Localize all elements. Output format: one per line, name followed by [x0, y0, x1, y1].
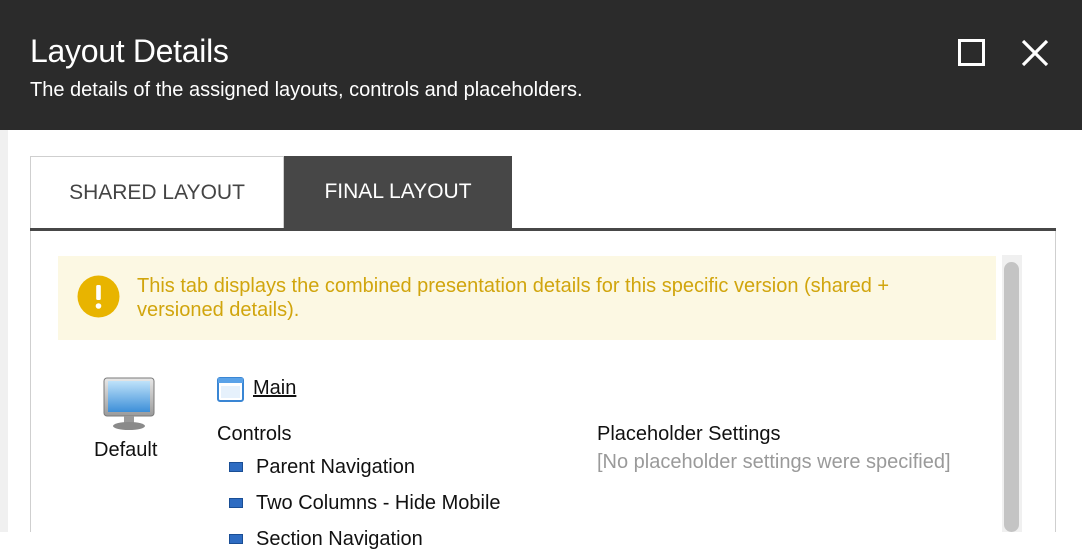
warning-icon	[77, 275, 120, 318]
dialog-header: Layout Details The details of the assign…	[0, 0, 1082, 130]
device-label: Default	[94, 439, 158, 461]
control-icon	[229, 462, 243, 472]
placeholder-settings-empty: [No placeholder settings were specified]	[597, 451, 951, 473]
control-item[interactable]: Two Columns - Hide Mobile	[229, 490, 501, 516]
layout-window-icon	[217, 377, 244, 402]
control-label: Parent Navigation	[256, 455, 415, 478]
maximize-icon[interactable]	[958, 39, 985, 66]
dialog-subtitle: The details of the assigned layouts, con…	[30, 79, 583, 101]
monitor-icon	[103, 377, 155, 430]
placeholder-settings-heading: Placeholder Settings	[597, 423, 781, 445]
control-icon	[229, 498, 243, 508]
control-icon	[229, 534, 243, 544]
scrollbar-thumb[interactable]	[1004, 262, 1019, 532]
tab-bar: SHARED LAYOUT FINAL LAYOUT	[30, 156, 512, 228]
controls-heading: Controls	[217, 423, 292, 445]
dialog-title: Layout Details	[30, 33, 229, 69]
control-label: Two Columns - Hide Mobile	[256, 491, 501, 514]
close-icon[interactable]	[1020, 38, 1050, 68]
background-edge	[0, 130, 8, 532]
control-item[interactable]: Parent Navigation	[229, 454, 415, 480]
layout-main-link[interactable]: Main	[253, 377, 296, 400]
control-label: Section Navigation	[256, 527, 423, 550]
notice-text: This tab displays the combined presentat…	[137, 275, 890, 321]
tab-shared-layout[interactable]: SHARED LAYOUT	[30, 156, 284, 228]
control-item[interactable]: Section Navigation	[229, 526, 423, 552]
tab-final-layout[interactable]: FINAL LAYOUT	[284, 156, 512, 228]
